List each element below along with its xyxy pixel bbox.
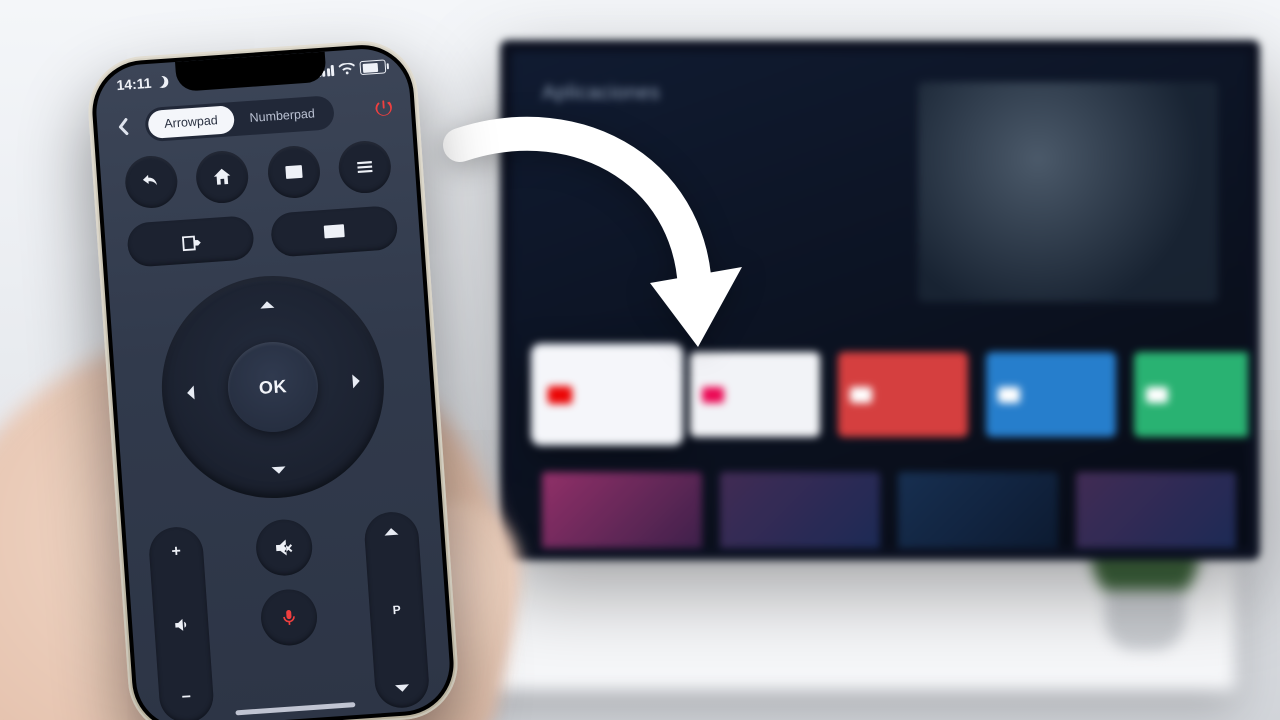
subtitles-button[interactable]	[266, 144, 322, 200]
power-button[interactable]	[368, 93, 400, 125]
channel-label: P	[392, 603, 401, 618]
photo-scene: Aplicaciones 14:11	[0, 0, 1280, 720]
phone-screen: 14:11 Arrowpad Numberpad	[93, 46, 453, 720]
volume-up[interactable]: +	[149, 541, 204, 563]
tv-thumb	[898, 472, 1058, 548]
dpad-left[interactable]	[167, 369, 214, 416]
battery-icon	[359, 59, 386, 75]
tv-app-row	[542, 352, 1218, 447]
dpad-down[interactable]	[255, 446, 302, 493]
menu-button[interactable]	[337, 139, 393, 195]
tv-thumb	[542, 472, 702, 548]
tv-app-tile	[1134, 352, 1248, 437]
dpad: OK	[154, 269, 391, 506]
voice-button[interactable]	[259, 588, 319, 648]
return-button[interactable]	[123, 154, 179, 210]
keyboard-button[interactable]	[270, 205, 399, 258]
tv-hero-art	[918, 82, 1218, 302]
dpad-right[interactable]	[332, 358, 379, 405]
mode-segmented-control: Arrowpad Numberpad	[144, 95, 335, 142]
back-button[interactable]	[108, 112, 138, 142]
channel-rocker: P	[363, 510, 431, 709]
tv-app-tile	[534, 347, 680, 442]
volume-icon	[172, 615, 191, 634]
tv-content-row	[542, 472, 1218, 548]
tv-section-title: Aplicaciones	[542, 82, 660, 105]
tv-thumb	[1076, 472, 1236, 548]
dpad-ok[interactable]: OK	[225, 339, 321, 435]
home-button[interactable]	[195, 149, 251, 205]
volume-down[interactable]: −	[159, 687, 214, 709]
tv-thumb	[720, 472, 880, 548]
tv-app-tile	[986, 352, 1116, 437]
channel-down[interactable]	[375, 683, 429, 694]
tv-app-tile	[690, 352, 820, 437]
source-button[interactable]	[126, 215, 255, 268]
tab-numberpad[interactable]: Numberpad	[233, 98, 332, 133]
volume-rocker: + −	[148, 525, 216, 720]
tab-arrowpad[interactable]: Arrowpad	[147, 105, 234, 139]
dpad-up[interactable]	[244, 281, 291, 328]
smart-tv: Aplicaciones	[500, 40, 1260, 560]
tv-app-tile	[838, 352, 968, 437]
bottom-controls: + − P	[125, 503, 452, 720]
wifi-icon	[339, 63, 356, 76]
iphone-frame: 14:11 Arrowpad Numberpad	[85, 37, 462, 720]
status-time: 14:11	[116, 75, 152, 93]
do-not-disturb-icon	[156, 76, 169, 89]
channel-up[interactable]	[364, 526, 418, 537]
mute-button[interactable]	[254, 518, 314, 578]
